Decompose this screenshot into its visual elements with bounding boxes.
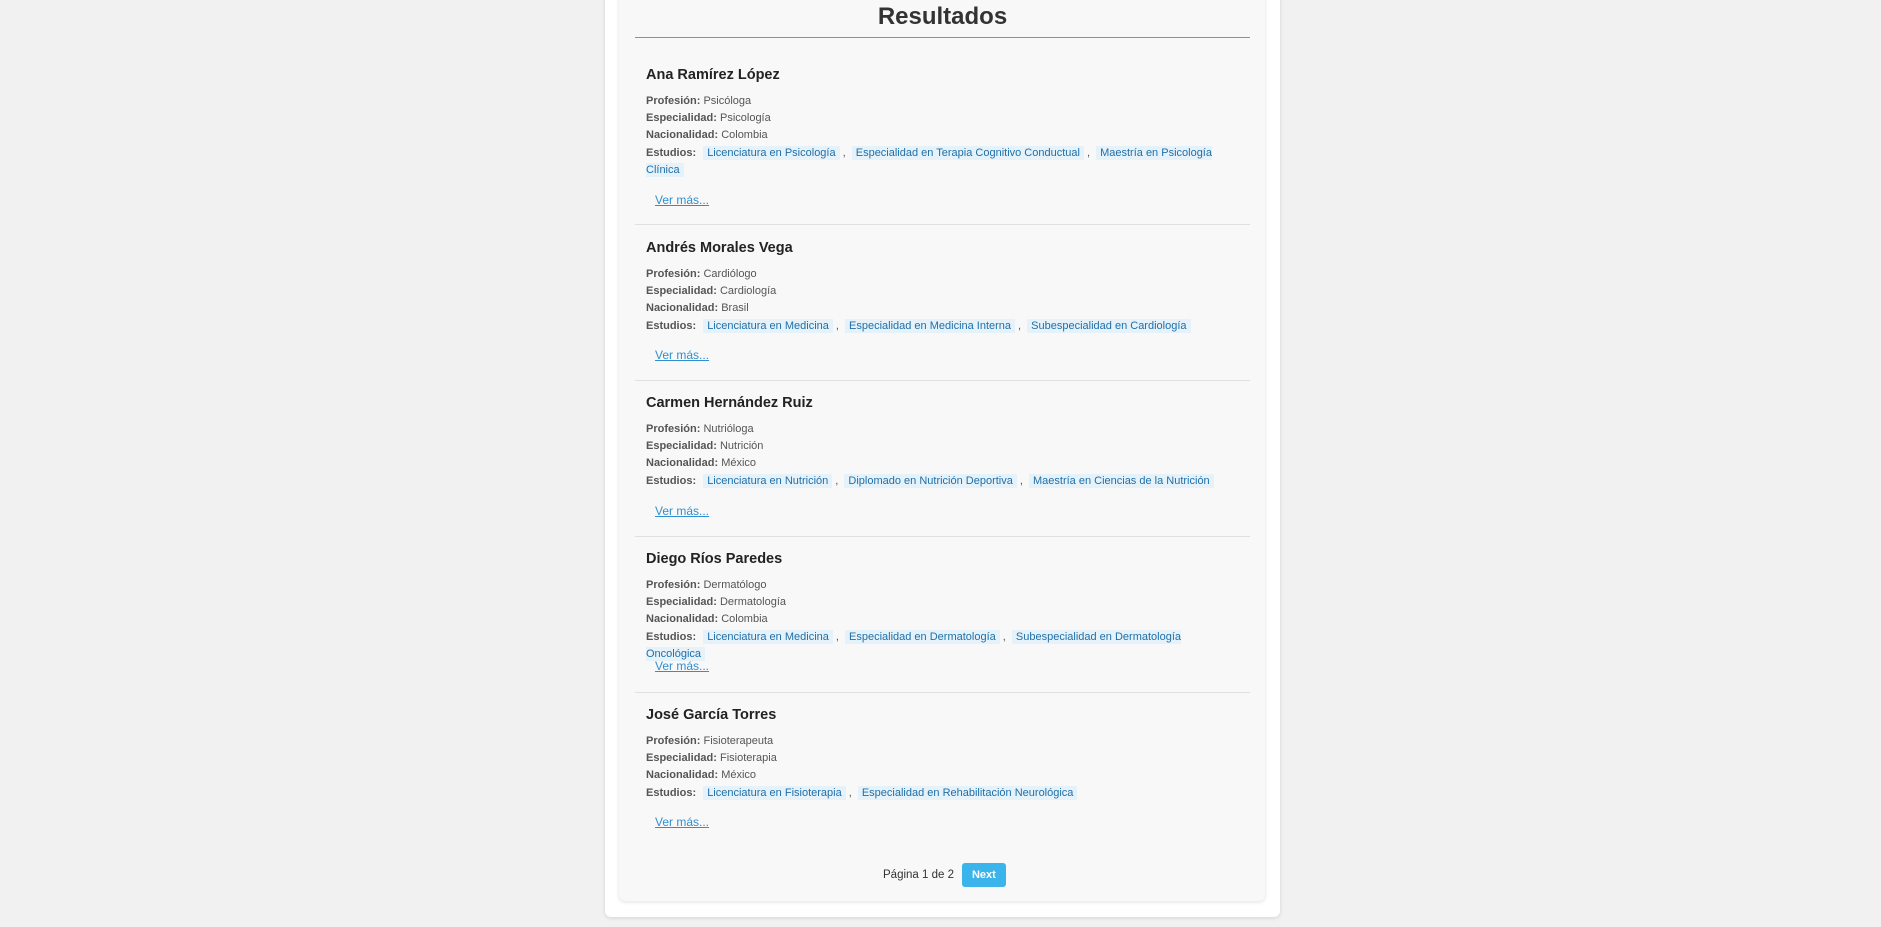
profession-label: Profesión:	[646, 423, 701, 435]
profession-label: Profesión:	[646, 95, 701, 107]
profession-field: Profesión: Fisioterapeuta	[646, 735, 773, 747]
profession-value: Psicóloga	[703, 95, 752, 107]
study-tag: Licenciatura en Nutrición	[703, 474, 833, 488]
studies-field: Estudios: Licenciatura en Medicina, Espe…	[646, 630, 1181, 661]
specialty-label: Especialidad:	[646, 112, 717, 124]
profession-value: Nutrióloga	[703, 423, 754, 435]
studies-field: Estudios: Licenciatura en Fisioterapia, …	[646, 785, 1236, 802]
result-name: José García Torres	[646, 707, 777, 723]
nationality-label: Nacionalidad:	[646, 302, 719, 314]
studies-label: Estudios:	[646, 631, 697, 643]
nationality-value: Brasil	[721, 302, 749, 314]
specialty-value: Dermatología	[719, 596, 787, 608]
studies-field: Estudios: Licenciatura en Medicina, Espe…	[646, 318, 1236, 335]
specialty-field: Especialidad: Cardiología	[646, 285, 776, 297]
specialty-field: Especialidad: Dermatología	[646, 596, 786, 608]
studies-label: Estudios:	[646, 475, 697, 487]
specialty-label: Especialidad:	[646, 752, 717, 764]
study-tag: Licenciatura en Medicina	[703, 319, 833, 333]
studies-field: Estudios: Licenciatura en Nutrición, Dip…	[646, 473, 1236, 490]
nationality-value: Colombia	[721, 613, 768, 625]
ver-mas-link[interactable]: Ver más...	[655, 504, 709, 518]
result-name: Ana Ramírez López	[646, 67, 780, 83]
specialty-value: Fisioterapia	[719, 752, 777, 764]
result-item: José García Torres Profesión: Fisioterap…	[635, 693, 1250, 848]
ver-mas-link[interactable]: Ver más...	[655, 815, 709, 829]
nationality-value: Colombia	[721, 129, 768, 141]
profession-label: Profesión:	[646, 579, 701, 591]
profession-field: Profesión: Nutrióloga	[646, 423, 754, 435]
nationality-field: Nacionalidad: México	[646, 769, 756, 781]
study-tag: Maestría en Ciencias de la Nutrición	[1028, 474, 1214, 488]
ver-mas-link[interactable]: Ver más...	[655, 193, 709, 207]
profession-value: Cardiólogo	[703, 268, 757, 280]
specialty-value: Psicología	[719, 112, 771, 124]
study-tag: Diplomado en Nutrición Deportiva	[844, 474, 1017, 488]
study-tag: Especialidad en Dermatología	[845, 630, 1000, 644]
nationality-field: Nacionalidad: México	[646, 457, 756, 469]
results-title: Resultados	[877, 3, 1008, 30]
nationality-label: Nacionalidad:	[646, 129, 719, 141]
profession-field: Profesión: Cardiólogo	[646, 268, 757, 280]
study-tag: Especialidad en Terapia Cognitivo Conduc…	[851, 146, 1084, 160]
studies-label: Estudios:	[646, 787, 697, 799]
studies-label: Estudios:	[646, 147, 697, 159]
nationality-value: México	[721, 769, 757, 781]
study-tag: Especialidad en Rehabilitación Neurológi…	[857, 786, 1078, 800]
specialty-label: Especialidad:	[646, 440, 717, 452]
result-item: Andrés Morales Vega Profesión: Cardiólog…	[635, 225, 1250, 381]
next-page-button[interactable]: Next	[961, 863, 1006, 887]
nationality-label: Nacionalidad:	[646, 613, 719, 625]
ver-mas-link[interactable]: Ver más...	[655, 659, 709, 673]
nationality-field: Nacionalidad: Colombia	[646, 129, 768, 141]
result-item: Diego Ríos Paredes Profesión: Dermatólog…	[635, 537, 1250, 693]
specialty-label: Especialidad:	[646, 596, 717, 608]
profession-label: Profesión:	[646, 268, 701, 280]
pagination: Página 1 de 2 Next	[883, 863, 1006, 887]
nationality-field: Nacionalidad: Brasil	[646, 302, 749, 314]
study-tag: Subespecialidad en Cardiología	[1027, 319, 1191, 333]
result-name: Diego Ríos Paredes	[646, 551, 783, 567]
profession-field: Profesión: Psicóloga	[646, 95, 751, 107]
study-tag: Licenciatura en Fisioterapia	[703, 786, 846, 800]
specialty-label: Especialidad:	[646, 285, 717, 297]
nationality-value: México	[721, 457, 757, 469]
ver-mas-link[interactable]: Ver más...	[655, 348, 709, 362]
specialty-field: Especialidad: Nutrición	[646, 440, 763, 452]
nationality-field: Nacionalidad: Colombia	[646, 613, 768, 625]
result-name: Carmen Hernández Ruiz	[646, 395, 813, 411]
studies-field: Estudios: Licenciatura en Psicología, Es…	[646, 146, 1212, 177]
profession-label: Profesión:	[646, 735, 701, 747]
study-tag: Especialidad en Medicina Interna	[845, 319, 1016, 333]
studies-label: Estudios:	[646, 320, 697, 332]
study-tag: Licenciatura en Medicina	[703, 630, 833, 644]
profession-value: Fisioterapeuta	[703, 735, 774, 747]
result-name: Andrés Morales Vega	[646, 240, 793, 256]
page-info: Página 1 de 2	[883, 869, 954, 881]
nationality-label: Nacionalidad:	[646, 457, 719, 469]
specialty-value: Nutrición	[719, 440, 764, 452]
result-item: Carmen Hernández Ruiz Profesión: Nutriól…	[635, 381, 1250, 537]
specialty-field: Especialidad: Psicología	[646, 112, 771, 124]
specialty-value: Cardiología	[719, 285, 777, 297]
specialty-field: Especialidad: Fisioterapia	[646, 752, 777, 764]
study-tag: Licenciatura en Psicología	[703, 146, 840, 160]
profession-value: Dermatólogo	[703, 579, 767, 591]
result-item: Ana Ramírez López Profesión: Psicóloga E…	[635, 38, 1250, 225]
nationality-label: Nacionalidad:	[646, 769, 719, 781]
profession-field: Profesión: Dermatólogo	[646, 579, 766, 591]
